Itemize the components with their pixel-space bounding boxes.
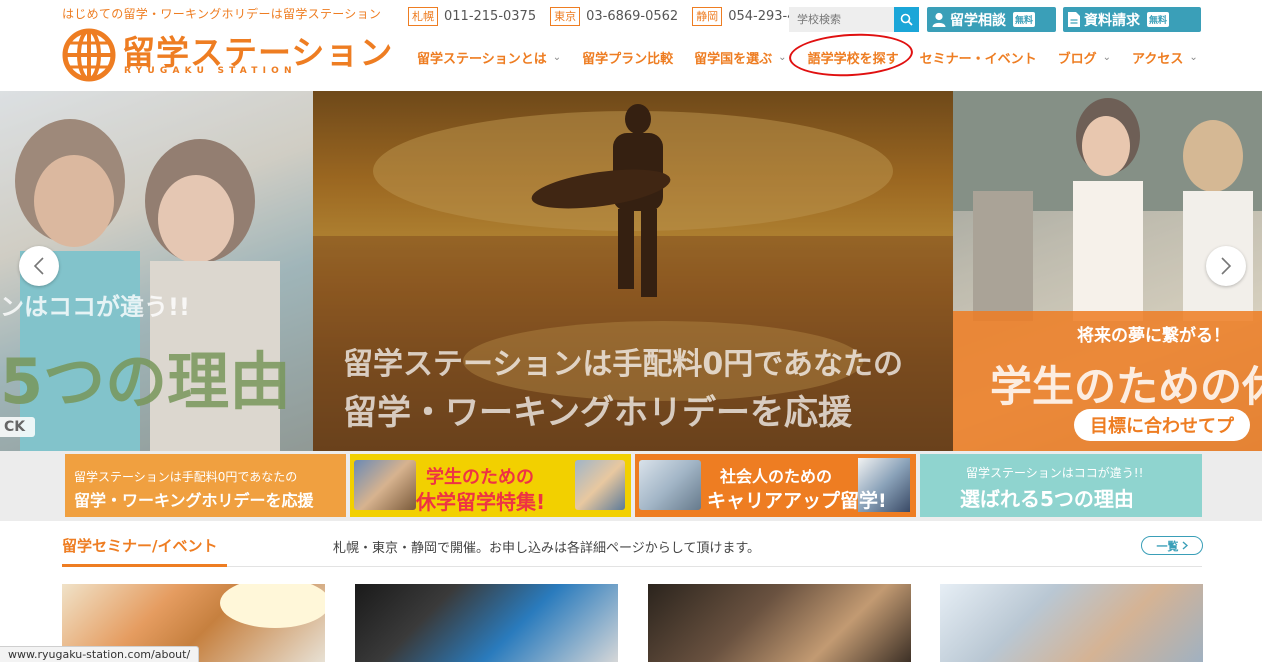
site-logo[interactable]: 留学ステーション RYUGAKU STATION (62, 26, 392, 82)
banner-student-leave[interactable]: 学生のための 休学留学特集! (350, 454, 631, 517)
school-search-input[interactable] (789, 7, 894, 32)
section-title-underline (62, 564, 227, 567)
chevron-down-icon: ⌄ (1102, 52, 1111, 63)
hero-center-line2: 留学・ワーキングホリデーを応援 (343, 393, 852, 433)
phone-city-label: 静岡 (692, 7, 723, 26)
slider-prev-button[interactable] (19, 246, 59, 286)
chevron-down-icon: ⌄ (778, 52, 787, 63)
free-consultation-button[interactable]: 留学相談 無料 (927, 7, 1056, 32)
banner-five-reasons[interactable]: 留学ステーションはココが違う!! 選ばれる5つの理由 (920, 454, 1202, 517)
view-all-button[interactable]: 一覧 (1141, 536, 1203, 555)
hero-right-line2: 学生のための休 (990, 362, 1262, 411)
nav-seminar-event[interactable]: セミナー・イベント (920, 48, 1037, 67)
banner-title: キャリアアップ留学! (707, 490, 887, 512)
hero-left-button[interactable]: CK (0, 417, 36, 437)
school-search (789, 7, 919, 32)
nav-plan-compare[interactable]: 留学プラン比較 (582, 48, 673, 67)
nav-label: 留学プラン比較 (582, 52, 674, 67)
chevron-left-icon (33, 257, 44, 275)
phone-number: 03-6869-0562 (586, 9, 679, 24)
phone-number: 011-215-0375 (444, 9, 537, 24)
chevron-down-icon: ⌄ (1189, 52, 1198, 63)
banner-title: 選ばれる5つの理由 (960, 487, 1134, 511)
nav-label: 留学国を選ぶ (694, 52, 773, 67)
phone-city-label: 東京 (550, 7, 581, 26)
nav-label: ブログ (1057, 52, 1097, 67)
nav-label: セミナー・イベント (919, 52, 1037, 67)
logo-subtext: RYUGAKU STATION (124, 66, 297, 76)
nav-blog[interactable]: ブログ ⌄ (1058, 48, 1111, 67)
hero-right-line1: 将来の夢に繋がる！ (1077, 326, 1230, 346)
document-icon (1068, 12, 1080, 27)
hero-right-button[interactable]: 目標に合わせてプ (1074, 409, 1250, 441)
search-button[interactable] (894, 7, 919, 32)
hero-left-line1: ンはココが違う!! (0, 293, 190, 321)
chevron-right-icon (1221, 257, 1232, 275)
consult-label: 留学相談 (950, 12, 1006, 29)
chevron-right-icon (1182, 541, 1188, 550)
phone-sapporo: 札幌 011-215-0375 (408, 7, 536, 26)
banner-zero-fee[interactable]: 留学ステーションは手配料0円であなたの 留学・ワーキングホリデーを応援 (65, 454, 346, 517)
hero-slider: ンはココが違う!! 5つの理由 CK 留学ステーションは手配料0円であなたの 留… (0, 91, 1262, 451)
nav-access[interactable]: アクセス ⌄ (1132, 48, 1198, 67)
free-badge: 無料 (1013, 12, 1036, 27)
banner-subtitle: 留学ステーションはココが違う!! (966, 466, 1144, 480)
banner-title: 留学・ワーキングホリデーを応援 (74, 491, 314, 510)
nav-label: アクセス (1132, 52, 1184, 67)
slider-next-button[interactable] (1206, 246, 1246, 286)
site-header: はじめての留学・ワーキングホリデーは留学ステーション 留学ステーション RYUG… (0, 0, 1262, 91)
banner-subtitle: 留学ステーションは手配料0円であなたの (74, 470, 298, 484)
hero-center-line1: 留学ステーションは手配料0円であなたの (343, 347, 903, 382)
request-documents-button[interactable]: 資料請求 無料 (1063, 7, 1201, 32)
nav-find-language-school[interactable]: 語学学校を探す (787, 30, 914, 80)
browser-status-url: www.ryugaku-station.com/about/ (0, 646, 200, 662)
seminar-card[interactable] (355, 584, 618, 662)
section-description: 札幌・東京・静岡で開催。お申し込みは各詳細ページからして頂けます。 (333, 541, 761, 556)
banner-photo (354, 460, 416, 510)
globe-logo-icon (62, 28, 116, 82)
seminar-card[interactable] (940, 584, 1203, 662)
section-title: 留学セミナー/イベント (62, 537, 218, 555)
free-badge: 無料 (1147, 12, 1170, 27)
banner-photo (639, 460, 701, 510)
search-icon (900, 13, 913, 26)
feature-banners: 留学ステーションは手配料0円であなたの 留学・ワーキングホリデーを応援 学生のた… (0, 451, 1262, 521)
main-nav: 留学ステーションとは ⌄ 留学プラン比較 留学国を選ぶ ⌄ 語学学校を探す セミ… (417, 30, 1219, 80)
banner-title: 休学留学特集! (416, 490, 546, 514)
nav-about[interactable]: 留学ステーションとは ⌄ (417, 48, 561, 67)
speech-bubble-graphic (220, 584, 325, 628)
seminar-card[interactable] (648, 584, 911, 662)
chevron-down-icon: ⌄ (552, 52, 562, 63)
site-tagline: はじめての留学・ワーキングホリデーは留学ステーション (62, 7, 382, 21)
nav-label: 留学ステーションとは (417, 52, 547, 67)
phone-tokyo: 東京 03-6869-0562 (550, 7, 678, 26)
banner-career-up[interactable]: 社会人のための キャリアアップ留学! (635, 454, 916, 517)
banner-subtitle: 社会人のための (720, 467, 833, 486)
docs-label: 資料請求 (1084, 12, 1140, 29)
red-annotation-circle (787, 30, 914, 80)
nav-choose-country[interactable]: 留学国を選ぶ ⌄ (694, 48, 786, 67)
banner-photo (575, 460, 625, 510)
hero-left-line2: 5つの理由 (0, 345, 292, 418)
view-all-label: 一覧 (1156, 539, 1179, 553)
phone-list: 札幌 011-215-0375 東京 03-6869-0562 静岡 054-2… (408, 7, 820, 26)
phone-city-label: 札幌 (408, 7, 438, 26)
section-divider (62, 566, 1202, 567)
person-icon (932, 12, 946, 27)
